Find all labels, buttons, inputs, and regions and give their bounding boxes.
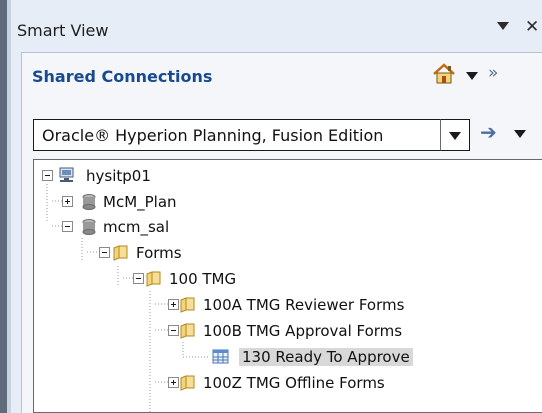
toolbar-dropdown-icon[interactable] — [466, 72, 478, 80]
tree-node-label: hysitp01 — [86, 167, 151, 185]
close-icon[interactable]: ✕ — [525, 18, 539, 36]
tree-node-folder[interactable]: 100Z TMG Offline Forms — [179, 372, 509, 394]
form-icon — [212, 349, 229, 364]
tree-toggle-minus[interactable] — [133, 273, 144, 284]
tree-node-label: mcm_sal — [103, 218, 170, 236]
tree-node-form[interactable]: 130 Ready To Approve — [212, 346, 512, 368]
database-icon — [82, 194, 96, 210]
tree-toggle-plus[interactable] — [62, 196, 73, 207]
tree-node-label: McM_Plan — [103, 193, 177, 211]
tree-toggle-minus[interactable] — [168, 325, 179, 336]
folder-icon — [180, 297, 195, 313]
server-icon — [59, 167, 74, 182]
window-frame — [0, 0, 7, 413]
tree-node-server[interactable]: hysitp01 — [58, 165, 258, 187]
go-arrow-icon[interactable]: ➔ — [480, 120, 497, 144]
tree-node-app[interactable]: McM_Plan — [78, 191, 298, 213]
go-dropdown-icon[interactable] — [514, 130, 526, 138]
tree-node-app[interactable]: mcm_sal — [78, 216, 298, 238]
tree-toggle-minus[interactable] — [99, 247, 110, 258]
tree-node-label: 100B TMG Approval Forms — [203, 322, 403, 340]
connection-tree[interactable]: hysitp01 McM_Plan mcm_sal Forms 100 TMG … — [33, 159, 542, 413]
folder-icon — [180, 375, 195, 391]
more-chevron-icon[interactable]: » — [488, 63, 498, 83]
pane-menu-icon[interactable] — [497, 22, 509, 30]
connection-select-value: Oracle® Hyperion Planning, Fusion Editio… — [42, 126, 384, 145]
section-title: Shared Connections — [32, 67, 213, 86]
tree-node-folder[interactable]: 100B TMG Approval Forms — [179, 320, 509, 342]
home-icon[interactable] — [432, 62, 456, 86]
folder-icon — [146, 271, 161, 287]
tree-toggle-plus[interactable] — [168, 377, 179, 388]
database-icon — [82, 219, 96, 235]
pane-title: Smart View — [17, 21, 109, 40]
folder-icon — [113, 245, 128, 261]
tree-toggle-minus[interactable] — [42, 170, 53, 181]
tree-toggle-plus[interactable] — [168, 299, 179, 310]
tree-node-label: Forms — [136, 244, 182, 262]
smart-view-pane: Smart View ✕ Shared Connections » Oracle… — [11, 0, 542, 413]
tree-node-label: 100A TMG Reviewer Forms — [203, 296, 405, 314]
tree-node-folder[interactable]: 100 TMG — [145, 268, 365, 290]
tree-node-folder[interactable]: 100A TMG Reviewer Forms — [179, 294, 509, 316]
folder-icon — [180, 323, 195, 339]
tree-node-label: 100Z TMG Offline Forms — [203, 374, 385, 392]
tree-node-label: 130 Ready To Approve — [239, 348, 413, 366]
connection-select[interactable]: Oracle® Hyperion Planning, Fusion Editio… — [33, 119, 441, 151]
connection-dropdown-button[interactable] — [440, 119, 470, 151]
tree-node-label: 100 TMG — [169, 270, 237, 288]
tree-toggle-minus[interactable] — [62, 221, 73, 232]
pane-header: Smart View ✕ — [11, 16, 542, 42]
tree-node-folder[interactable]: Forms — [112, 242, 332, 264]
